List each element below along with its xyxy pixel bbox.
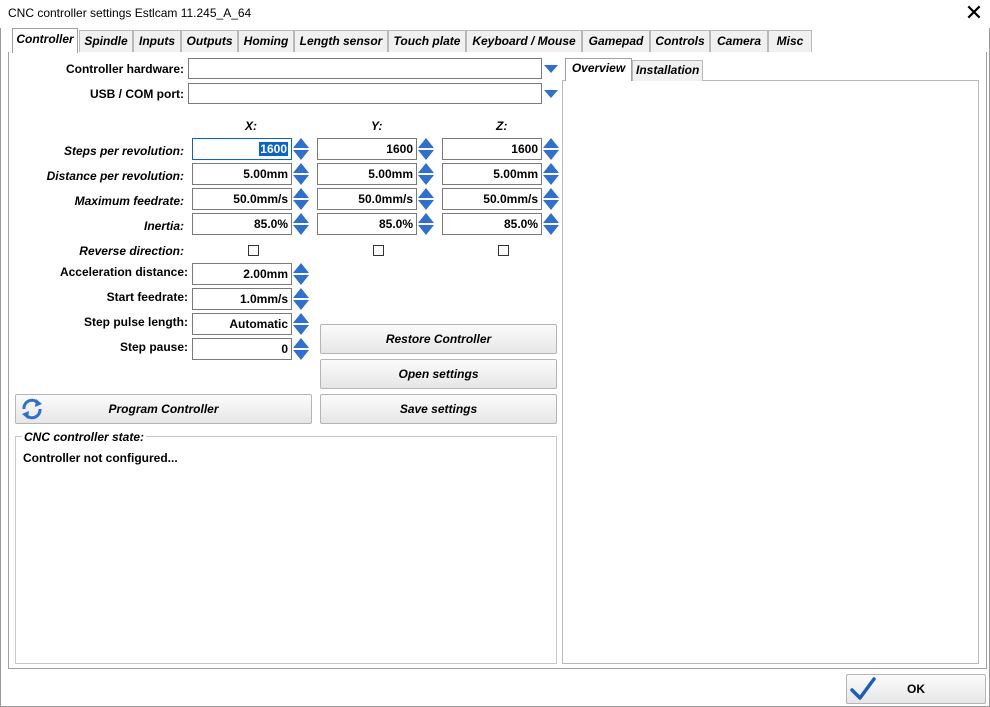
spin-arrows-icon[interactable] — [543, 137, 559, 161]
chevron-down-icon[interactable] — [544, 90, 558, 98]
tab-length-sensor[interactable]: Length sensor — [294, 30, 388, 52]
tab-gamepad[interactable]: Gamepad — [582, 30, 650, 52]
acceleration-distance-input[interactable]: 2.00mm — [192, 263, 292, 285]
spin-arrows-icon[interactable] — [543, 187, 559, 211]
controller-hardware-label: Controller hardware: — [65, 62, 184, 76]
maximum-feedrate-z-input[interactable]: 50.0mm/s — [442, 188, 542, 210]
distance-per-revolution-y-input[interactable]: 5.00mm — [317, 163, 417, 185]
spin-arrows-icon[interactable] — [293, 312, 309, 336]
tab-controls[interactable]: Controls — [650, 30, 710, 52]
chevron-down-icon[interactable] — [544, 65, 558, 73]
window-title: CNC controller settings Estlcam 11.245_A… — [8, 6, 252, 20]
maximum-feedrate-label: Maximum feedrate: — [74, 194, 184, 208]
usb-com-port-label: USB / COM port: — [90, 87, 184, 101]
open-settings-button[interactable]: Open settings — [320, 359, 557, 389]
tab-homing[interactable]: Homing — [238, 30, 294, 52]
step-pulse-length-input[interactable]: Automatic — [192, 313, 292, 335]
inertia-z-input[interactable]: 85.0% — [442, 213, 542, 235]
tab-keyboard-mouse[interactable]: Keyboard / Mouse — [466, 30, 582, 52]
steps-per-revolution-label: Steps per revolution: — [63, 144, 184, 158]
spin-arrows-icon[interactable] — [293, 162, 309, 186]
steps-per-revolution-y-input[interactable]: 1600 — [317, 138, 417, 160]
inertia-x-input[interactable]: 85.0% — [192, 213, 292, 235]
maximum-feedrate-x-input[interactable]: 50.0mm/s — [192, 188, 292, 210]
title-bar: CNC controller settings Estlcam 11.245_A… — [0, 0, 990, 28]
spin-arrows-icon[interactable] — [293, 287, 309, 311]
spin-arrows-icon[interactable] — [293, 337, 309, 361]
reverse-direction-label: Reverse direction: — [79, 244, 184, 258]
maximum-feedrate-y-input[interactable]: 50.0mm/s — [317, 188, 417, 210]
spin-arrows-icon[interactable] — [418, 137, 434, 161]
axis-y-header: Y: — [371, 119, 383, 133]
controller-state-title: CNC controller state: — [22, 430, 147, 444]
tab-camera[interactable]: Camera — [710, 30, 768, 52]
overview-panel — [562, 80, 979, 664]
tab-spindle[interactable]: Spindle — [79, 30, 133, 52]
start-feedrate-input[interactable]: 1.0mm/s — [192, 288, 292, 310]
axis-x-header: X: — [245, 119, 257, 133]
spin-arrows-icon[interactable] — [418, 187, 434, 211]
spin-arrows-icon[interactable] — [418, 162, 434, 186]
reverse-x-checkbox[interactable] — [248, 245, 259, 256]
steps-per-revolution-z-input[interactable]: 1600 — [442, 138, 542, 160]
inertia-label: Inertia: — [143, 219, 184, 233]
usb-com-port-select[interactable] — [188, 83, 542, 104]
program-controller-button[interactable]: Program Controller — [15, 394, 312, 424]
spin-arrows-icon[interactable] — [293, 187, 309, 211]
reverse-y-checkbox[interactable] — [373, 245, 384, 256]
tab-inputs[interactable]: Inputs — [133, 30, 181, 52]
refresh-icon — [22, 398, 42, 420]
close-icon[interactable]: ✕ — [960, 1, 988, 27]
controller-state-message: Controller not configured... — [23, 451, 178, 465]
reverse-z-checkbox[interactable] — [498, 245, 509, 256]
tab-misc[interactable]: Misc — [768, 30, 812, 52]
distance-per-revolution-label: Distance per revolution: — [46, 169, 184, 183]
checkmark-icon — [850, 677, 876, 700]
inertia-y-input[interactable]: 85.0% — [317, 213, 417, 235]
tab-overview[interactable]: Overview — [565, 58, 632, 81]
spin-arrows-icon[interactable] — [543, 212, 559, 236]
step-pause-label: Step pause: — [119, 340, 188, 354]
spin-arrows-icon[interactable] — [293, 212, 309, 236]
save-settings-button[interactable]: Save settings — [320, 394, 557, 424]
steps-per-revolution-x-input[interactable]: 1600 — [192, 138, 292, 160]
distance-per-revolution-z-input[interactable]: 5.00mm — [442, 163, 542, 185]
restore-controller-button[interactable]: Restore Controller — [320, 324, 557, 354]
tab-controller[interactable]: Controller — [12, 28, 78, 53]
spin-arrows-icon[interactable] — [293, 262, 309, 286]
controller-hardware-select[interactable] — [188, 58, 542, 79]
spin-arrows-icon[interactable] — [418, 212, 434, 236]
distance-per-revolution-x-input[interactable]: 5.00mm — [192, 163, 292, 185]
spin-arrows-icon[interactable] — [293, 137, 309, 161]
tab-outputs[interactable]: Outputs — [181, 30, 238, 52]
controller-state-group — [15, 436, 557, 664]
step-pulse-length-label: Step pulse length: — [83, 315, 188, 329]
tab-touch-plate[interactable]: Touch plate — [388, 30, 466, 52]
tab-installation[interactable]: Installation — [632, 60, 703, 81]
spin-arrows-icon[interactable] — [543, 162, 559, 186]
acceleration-distance-label: Acceleration distance: — [59, 265, 188, 279]
start-feedrate-label: Start feedrate: — [106, 290, 188, 304]
step-pause-input[interactable]: 0 — [192, 338, 292, 360]
axis-z-header: Z: — [496, 119, 508, 133]
